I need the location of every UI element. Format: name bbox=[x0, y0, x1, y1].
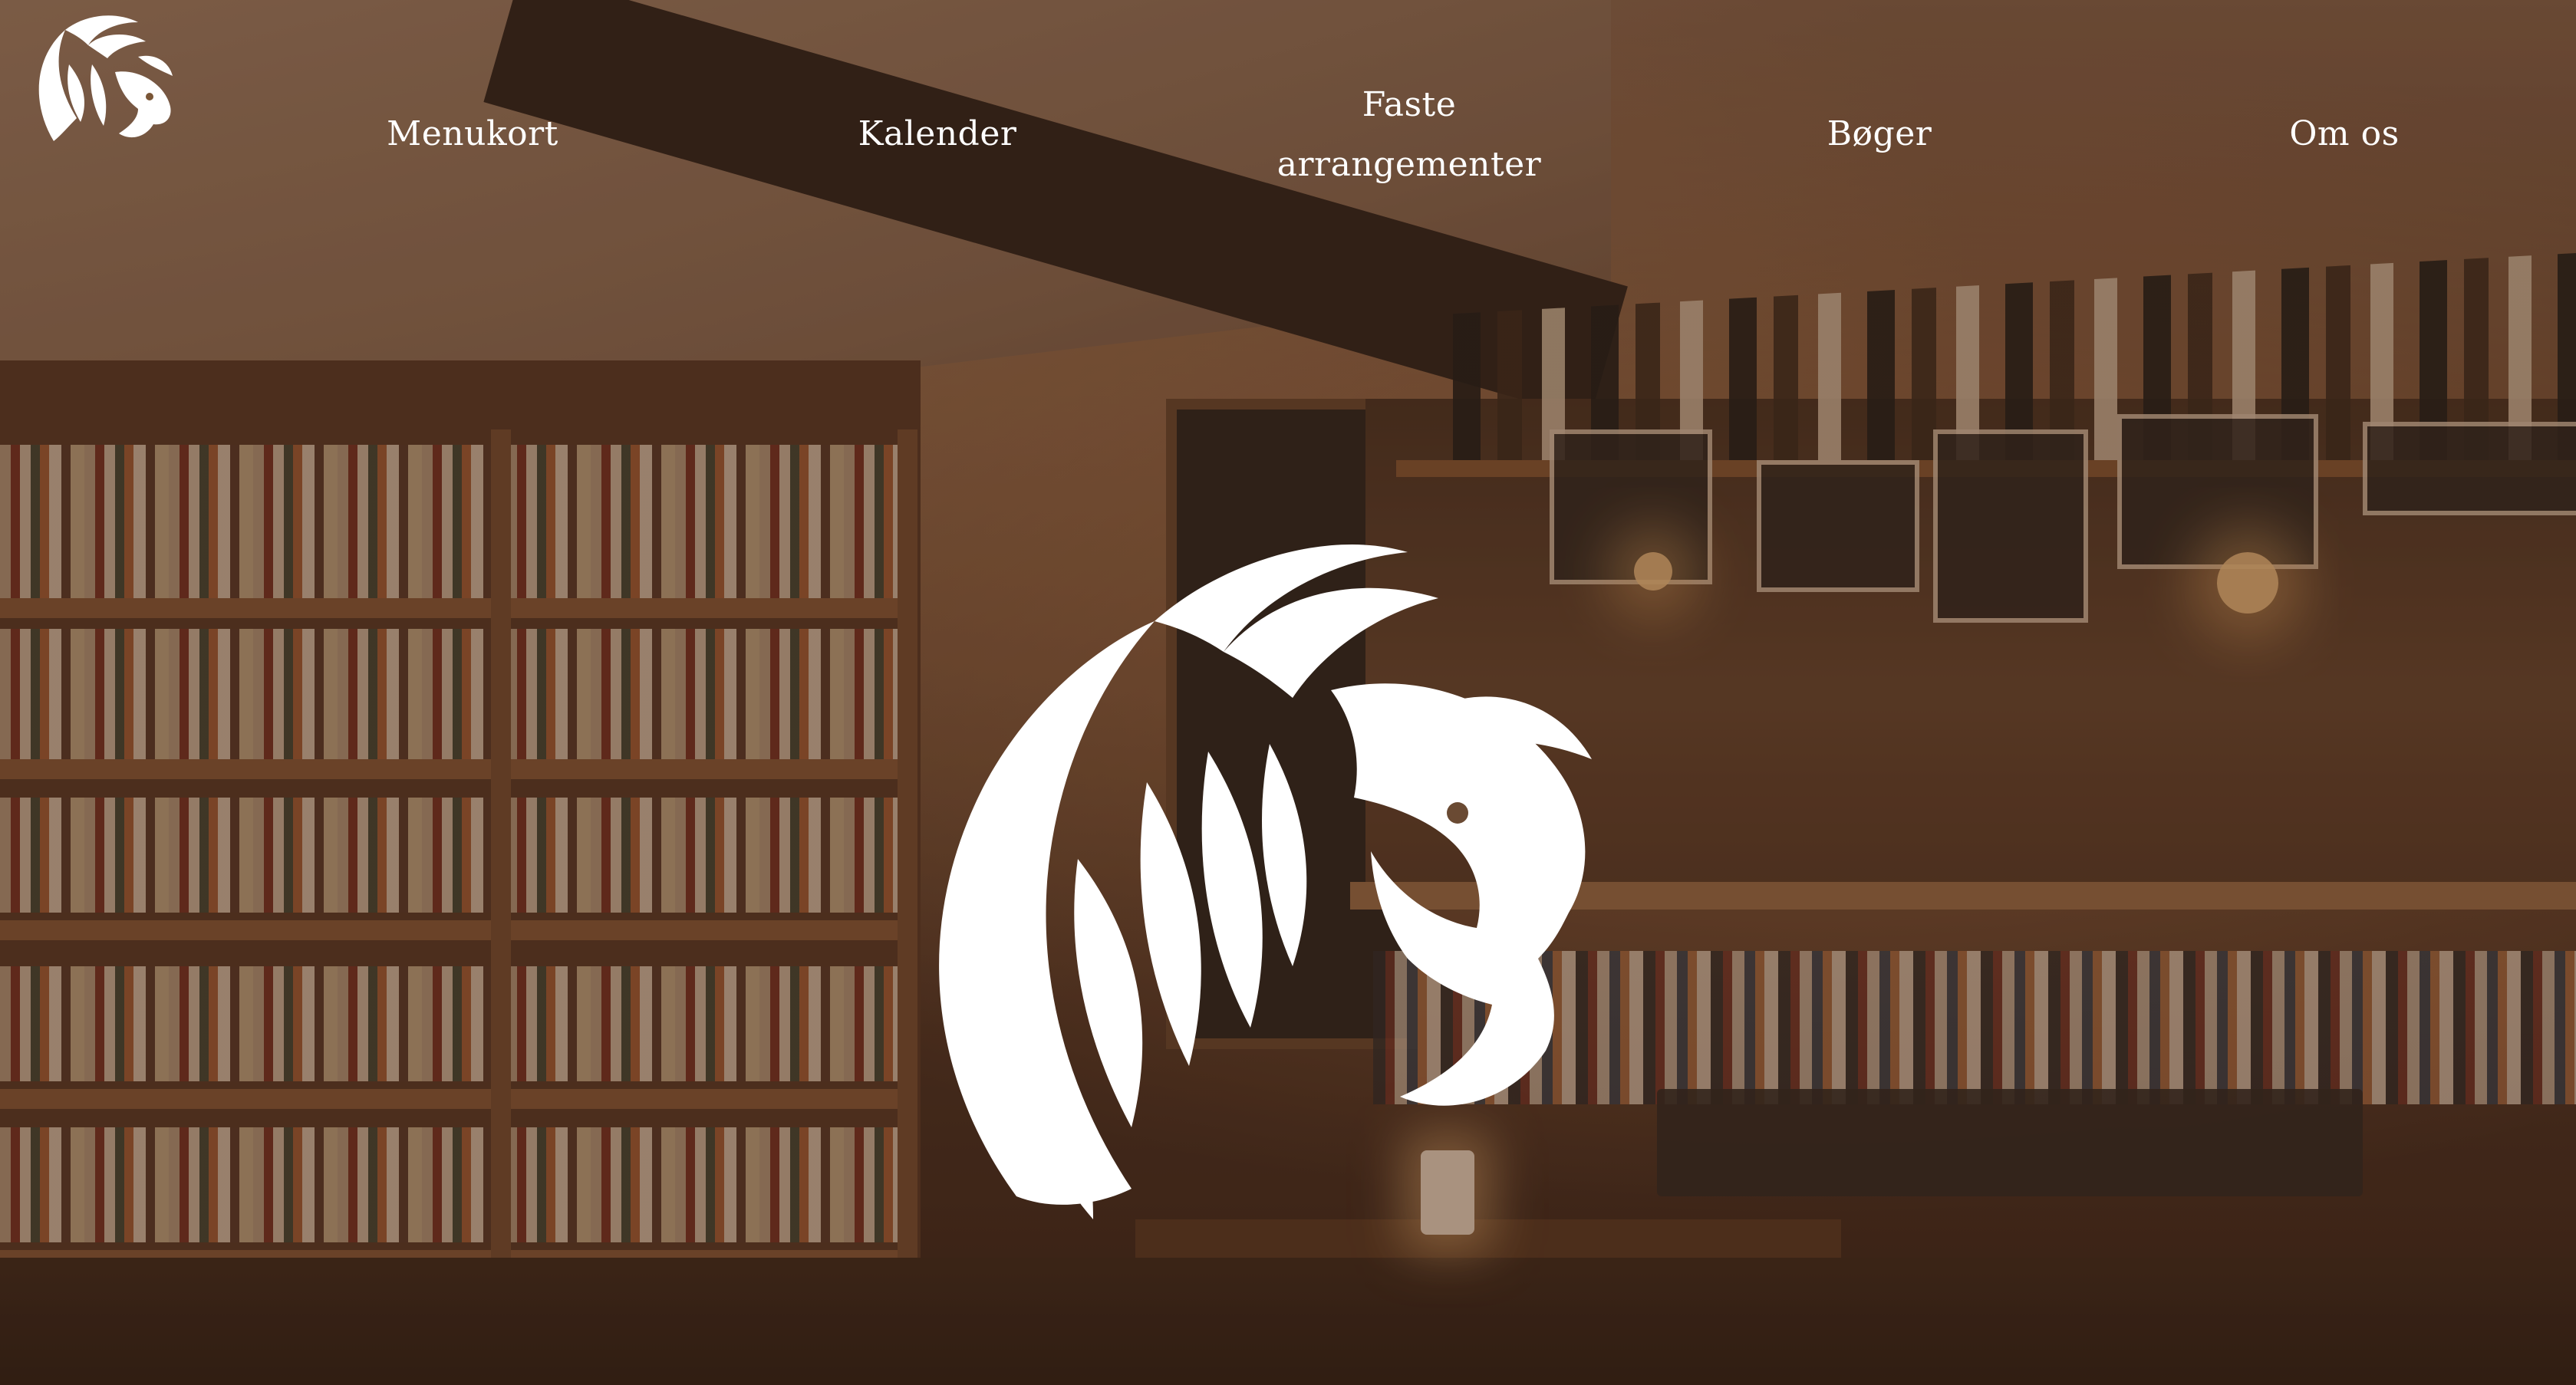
nav-boger[interactable]: Bøger bbox=[1772, 104, 1987, 164]
nav-menukort[interactable]: Menukort bbox=[365, 104, 580, 164]
lion-head-emblem-icon bbox=[901, 529, 1684, 1296]
lion-head-logo-icon[interactable] bbox=[23, 11, 184, 164]
nav-kalender[interactable]: Kalender bbox=[830, 104, 1045, 164]
nav-om-os[interactable]: Om os bbox=[2237, 104, 2452, 164]
nav-faste-arrangementer[interactable]: Faste arrangementer bbox=[1240, 75, 1578, 195]
lion-head-logo-icon-svg bbox=[38, 15, 173, 141]
page: Menukort Kalender Faste arrangementer Bø… bbox=[0, 0, 2576, 1385]
lion-head-emblem-svg bbox=[939, 544, 1592, 1219]
nav-faste-arrangementer-line2: arrangementer bbox=[1276, 145, 1542, 184]
nav-faste-arrangementer-line1: Faste bbox=[1362, 85, 1457, 124]
